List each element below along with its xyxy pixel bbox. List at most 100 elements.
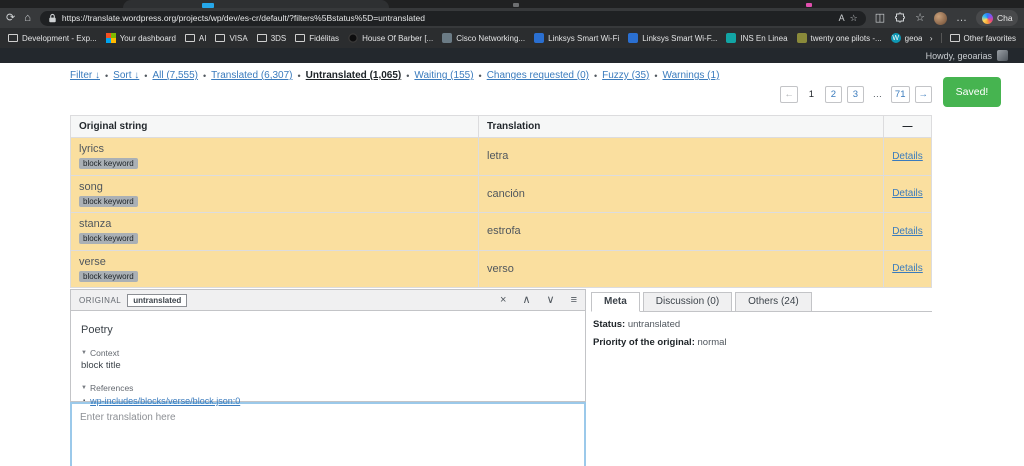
reference-link[interactable]: wp-includes/blocks/verse/block.json:0 [90,396,240,406]
browser-window: ⟳ ⌂ https://translate.wordpress.org/proj… [0,0,1024,466]
bookmark-linksys-1[interactable]: Linksys Smart Wi-Fi [534,33,619,43]
bookmark-label: Linksys Smart Wi-F... [642,34,717,43]
table-row[interactable]: song block keyword canción Details [70,176,932,214]
filter-link-waiting[interactable]: Waiting (155) [414,70,473,81]
original-panel-label: ORIGINAL [79,296,121,305]
references-section-toggle[interactable]: ▼ References [81,383,575,393]
bookmark-3ds-folder[interactable]: 3DS [257,34,287,43]
filter-bar: Filter ↓ • Sort ↓ • All (7,555) • Transl… [70,70,719,81]
table-row[interactable]: verse block keyword verso Details [70,251,932,289]
bookmark-linksys-2[interactable]: Linksys Smart Wi-F... [628,33,717,43]
original-cell: song block keyword [71,176,479,213]
priority-label: Priority of the original: [593,337,695,348]
url-text[interactable]: https://translate.wordpress.org/projects… [62,13,834,23]
page-2-button[interactable]: 2 [825,86,842,103]
context-badge: block keyword [79,233,138,244]
filter-link-warnings[interactable]: Warnings (1) [663,70,720,81]
separator: • [594,71,597,81]
bookmark-label: twenty one pilots -... [811,34,882,43]
actions-cell: Details [884,138,931,175]
current-page: 1 [803,86,820,103]
address-bar[interactable]: https://translate.wordpress.org/projects… [40,11,866,26]
favorites-hub-icon[interactable]: ☆ [915,13,925,24]
split-screen-icon[interactable]: ◫ [875,13,885,24]
meta-content: Status: untranslated Priority of the ori… [591,312,932,362]
filter-link-untranslated[interactable]: Untranslated (1,065) [306,70,402,81]
home-icon[interactable]: ⌂ [24,13,31,24]
next-page-button[interactable]: → [915,86,933,103]
bookmarks-list: Development - Exp... Your dashboard AI V… [8,33,922,43]
menu-icon[interactable]: ≡ [571,295,577,306]
sort-toggle[interactable]: Sort ↓ [113,70,139,81]
refresh-icon[interactable]: ⟳ [6,13,15,24]
bookmark-cisco[interactable]: Cisco Networking... [442,33,525,43]
translation-string: canción [487,188,525,200]
active-tab[interactable] [123,0,389,8]
bookmark-ins-en-linea[interactable]: INS En Linea [726,33,787,43]
tab-others[interactable]: Others (24) [735,292,812,312]
bookmark-twenty-one-pilots[interactable]: twenty one pilots -... [797,33,882,43]
original-text: Poetry [81,311,575,336]
filter-link-fuzzy[interactable]: Fuzzy (35) [602,70,649,81]
howdy-account-link[interactable]: Howdy, geoarias [926,51,992,61]
translation-string: letra [487,150,508,162]
status-badge: untranslated [127,294,187,307]
filter-toggle[interactable]: Filter ↓ [70,70,100,81]
actions-cell: Details [884,251,931,288]
caret-down-icon: ▼ [81,350,87,356]
tab-meta[interactable]: Meta [591,292,640,312]
bookmark-label: Development - Exp... [22,34,97,43]
status-label: Status: [593,319,625,330]
bookmark-fidelitas-folder[interactable]: Fidélitas [295,34,339,43]
prev-page-button[interactable]: ← [780,86,798,103]
separator: • [406,71,409,81]
bookmark-geoarias-wordpress[interactable]: W geoarias_ @geoari... [891,33,922,43]
settings-ellipsis-icon[interactable]: … [956,13,967,24]
add-favorite-star-icon[interactable]: ☆ [850,13,858,24]
chevron-right-icon[interactable]: › [930,34,933,43]
filter-link-translated[interactable]: Translated (6,307) [211,70,292,81]
site-favicon [442,33,452,43]
page-3-button[interactable]: 3 [847,86,864,103]
table-row[interactable]: stanza block keyword estrofa Details [70,213,932,251]
filter-link-changes-requested[interactable]: Changes requested (0) [487,70,589,81]
actions-cell: Details [884,176,931,213]
other-favorites-button[interactable]: Other favorites [950,34,1016,43]
folder-icon [215,34,225,42]
bookmarks-overflow: › Other favorites [922,33,1016,43]
original-string: lyrics [79,143,104,155]
column-header-actions: — [884,116,931,137]
context-section-toggle[interactable]: ▼ Context [81,348,575,358]
actions-cell: Details [884,213,931,250]
chevron-up-icon[interactable]: ∧ [522,295,530,306]
tab-discussion[interactable]: Discussion (0) [643,292,732,312]
tab-favicon-icon [806,3,812,7]
table-row[interactable]: lyrics block keyword letra Details [70,138,932,176]
bookmark-label: 3DS [271,34,287,43]
bookmark-visa-folder[interactable]: VISA [215,34,247,43]
column-header-translation: Translation [479,116,884,137]
bookmark-your-dashboard[interactable]: Your dashboard [106,33,176,43]
close-icon[interactable]: × [500,295,506,306]
copilot-button[interactable]: Cha [976,10,1018,26]
details-link[interactable]: Details [892,263,923,274]
extensions-puzzle-icon[interactable] [894,12,906,24]
browser-tab-strip[interactable] [0,0,1024,8]
copilot-icon [982,13,993,24]
profile-avatar[interactable] [934,12,947,25]
bookmark-house-of-barber[interactable]: House Of Barber [... [348,33,433,43]
chevron-down-icon[interactable]: ∨ [547,295,555,306]
read-aloud-icon[interactable]: A [839,13,845,23]
details-link[interactable]: Details [892,226,923,237]
last-page-button[interactable]: 71 [891,86,910,103]
bookmark-ai-folder[interactable]: AI [185,34,207,43]
lock-icon [48,13,57,23]
avatar[interactable] [997,50,1008,61]
details-link[interactable]: Details [892,188,923,199]
wp-admin-bar: Howdy, geoarias [0,48,1024,63]
bookmark-development[interactable]: Development - Exp... [8,34,97,43]
bullet-icon: ▪ [83,398,85,404]
translation-input[interactable] [70,402,586,466]
details-link[interactable]: Details [892,151,923,162]
filter-link-all[interactable]: All (7,555) [152,70,198,81]
